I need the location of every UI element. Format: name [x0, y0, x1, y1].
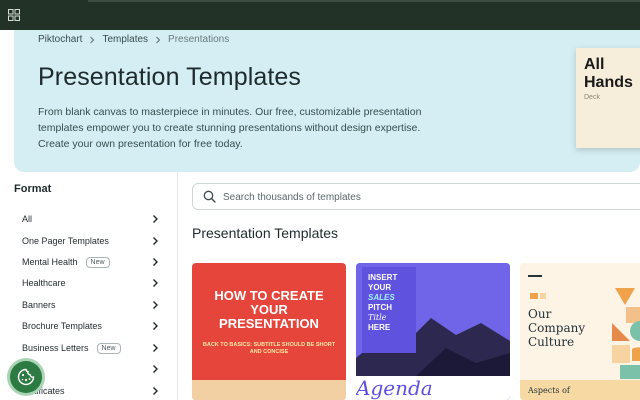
- hero-card-title: All Hands: [584, 56, 633, 91]
- card-title: HOW TO CREATE YOUR PRESENTATION: [214, 288, 324, 331]
- breadcrumb-piktochart[interactable]: Piktochart: [38, 34, 82, 45]
- chevron-right-icon: [153, 365, 158, 373]
- sidebar-item-label: Healthcare: [22, 278, 66, 288]
- browser-tab-strip: [88, 0, 640, 2]
- hero-template-preview[interactable]: All Hands Deck: [576, 48, 640, 148]
- template-card-sales-pitch[interactable]: INSERT YOUR SALES PITCH Title HERE Agend…: [356, 263, 510, 400]
- new-badge: New: [85, 256, 110, 268]
- chevron-right-icon: [153, 301, 158, 309]
- card-agenda-strip: Agenda: [356, 376, 510, 400]
- chevron-right-icon: [156, 36, 161, 43]
- chevron-right-icon: [153, 387, 158, 395]
- chevron-right-icon: [90, 36, 95, 43]
- sidebar-item[interactable]: Mental Health New: [22, 253, 160, 271]
- chevron-right-icon: [153, 237, 158, 245]
- card-bottom-strip: Aspects of: [520, 380, 640, 400]
- breadcrumb-templates[interactable]: Templates: [102, 34, 148, 45]
- cookie-icon: [17, 368, 35, 386]
- breadcrumb: Piktochart Templates Presentations: [38, 34, 229, 45]
- grid-icon[interactable]: [8, 9, 20, 21]
- card-line-2: YOUR: [368, 283, 392, 292]
- page-title: Presentation Templates: [38, 63, 302, 91]
- card-subtitle: BACK TO BASICS: SUBTITLE SHOULD BE SHORT…: [202, 342, 336, 355]
- chevron-right-icon: [153, 279, 158, 287]
- chevron-right-icon: [153, 322, 158, 330]
- card-bottom-strip: [192, 380, 346, 400]
- page-description: From blank canvas to masterpiece in minu…: [38, 106, 422, 150]
- card-line-6: HERE: [368, 323, 391, 332]
- card-title: Our Company Culture: [528, 307, 586, 349]
- cookie-settings-button[interactable]: [10, 361, 42, 393]
- template-card-create-presentation[interactable]: HOW TO CREATE YOUR PRESENTATION BACK TO …: [192, 263, 346, 400]
- top-bar: [0, 0, 640, 30]
- breadcrumb-presentations: Presentations: [168, 34, 230, 45]
- sidebar-item[interactable]: Healthcare: [22, 274, 160, 292]
- template-card-company-culture[interactable]: Our Company Culture Aspects of: [520, 263, 640, 400]
- sidebar-item-label: All: [22, 214, 33, 224]
- sidebar-item-label: One Pager Templates: [22, 236, 109, 246]
- chevron-right-icon: [153, 215, 158, 223]
- sidebar-item[interactable]: All: [22, 210, 160, 228]
- card-line-5: Title: [368, 313, 387, 322]
- hero-card-subtitle: Deck: [584, 94, 600, 101]
- sidebar-item-label: Brochure Templates: [22, 321, 102, 331]
- sidebar-heading: Format: [14, 183, 52, 195]
- sidebar-item-label: Banners: [22, 300, 56, 310]
- sidebar-item[interactable]: Business Letters New: [22, 339, 160, 357]
- new-badge: New: [96, 342, 121, 354]
- search-icon: [203, 190, 216, 203]
- sidebar-item[interactable]: …rtificates: [22, 382, 160, 400]
- section-title: Presentation Templates: [192, 225, 339, 241]
- chevron-right-icon: [153, 344, 158, 352]
- sidebar-item[interactable]: One Pager Templates: [22, 232, 160, 250]
- chevron-right-icon: [153, 258, 158, 266]
- sidebar-item[interactable]: Banners: [22, 296, 160, 314]
- sidebar-item[interactable]: …s: [22, 360, 160, 378]
- card-agenda-text: Agenda: [356, 376, 433, 400]
- card-line-4: PITCH: [368, 303, 392, 312]
- hero-banner: Piktochart Templates Presentations Prese…: [14, 30, 640, 172]
- sidebar-item-label: Business Letters: [22, 343, 89, 353]
- search-input[interactable]: [223, 188, 623, 206]
- sidebar-item-label: Mental Health: [22, 257, 78, 267]
- card-bottom-text: Aspects of: [528, 386, 570, 395]
- sidebar-item[interactable]: Brochure Templates: [22, 317, 160, 335]
- template-search-box: [192, 183, 640, 210]
- card-line-3: SALES: [368, 293, 395, 302]
- card-cover-panel: INSERT YOUR SALES PITCH Title HERE: [362, 267, 416, 353]
- card-line-1: INSERT: [368, 273, 398, 282]
